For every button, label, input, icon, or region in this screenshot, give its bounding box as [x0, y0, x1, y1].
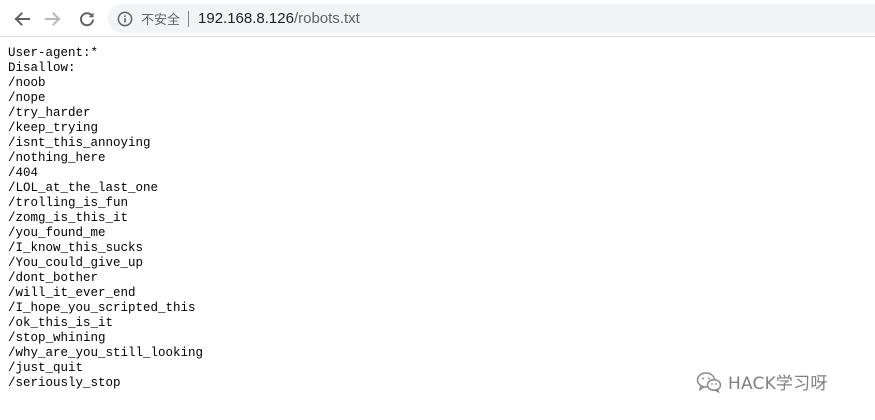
info-circle-icon[interactable] — [116, 10, 134, 28]
robots-txt-line: /nope — [8, 91, 46, 105]
robots-txt-line: /you_found_me — [8, 226, 106, 240]
forward-button[interactable] — [40, 6, 66, 32]
robots-txt-line: /LOL_at_the_last_one — [8, 181, 159, 195]
robots-txt-line: /zomg_is_this_it — [8, 211, 129, 225]
robots-txt-line: /why_are_you_still_looking — [8, 346, 204, 360]
security-status-label[interactable]: 不安全 — [141, 9, 180, 28]
address-divider — [188, 10, 190, 27]
robots-txt-line: /noob — [8, 76, 46, 90]
reload-icon — [80, 12, 94, 27]
robots-txt-line: /I_hope_you_scripted_this — [8, 301, 196, 315]
robots-txt-line: /try_harder — [8, 106, 91, 120]
back-button[interactable] — [9, 6, 35, 32]
watermark-text: HACK学习呀 — [728, 374, 828, 394]
url-text[interactable]: 192.168.8.126/robots.txt — [198, 10, 360, 27]
robots-txt-line: /trolling_is_fun — [8, 196, 129, 210]
arrow-left-icon — [14, 12, 30, 26]
browser-toolbar: 不安全 192.168.8.126/robots.txt — [0, 0, 875, 37]
robots-txt-line: Disallow: — [8, 61, 76, 75]
robots-txt-line: /You_could_give_up — [8, 256, 144, 270]
robots-txt-line: /ok_this_is_it — [8, 316, 114, 330]
robots-txt-line: /404 — [8, 166, 39, 180]
robots-txt-line: User-agent:* — [8, 46, 99, 60]
robots-txt-line: /keep_trying — [8, 121, 99, 135]
robots-txt-line: /seriously_stop — [8, 376, 121, 390]
address-bar[interactable]: 不安全 192.168.8.126/robots.txt — [108, 4, 875, 33]
url-path: /robots.txt — [293, 10, 360, 27]
robots-txt-line: /just_quit — [8, 361, 84, 375]
wechat-logo-icon — [696, 371, 722, 393]
robots-txt-line: /I_know_this_sucks — [8, 241, 144, 255]
arrow-right-icon — [45, 12, 61, 26]
robots-txt-line: /stop_whining — [8, 331, 106, 345]
reload-button[interactable] — [74, 6, 100, 32]
robots-txt-line: /nothing_here — [8, 151, 106, 165]
robots-txt-content: User-agent:* Disallow:/noob/nope/try_hard… — [8, 46, 203, 391]
robots-txt-line: /isnt_this_annoying — [8, 136, 151, 150]
robots-txt-line: /dont_bother — [8, 271, 99, 285]
url-host: 192.168.8.126 — [198, 10, 294, 27]
watermark: HACK学习呀 — [696, 369, 828, 394]
robots-txt-line: /will_it_ever_end — [8, 286, 136, 300]
